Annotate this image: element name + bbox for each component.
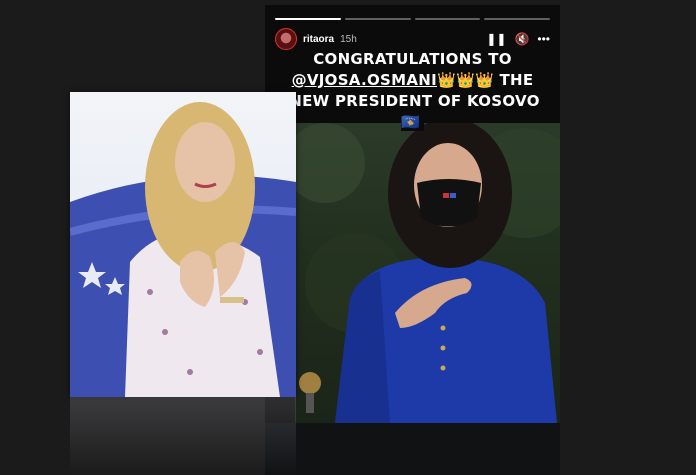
rita-ora-photo bbox=[70, 92, 296, 397]
kosovo-flag-emoji: 🇽🇰 bbox=[401, 113, 420, 131]
crown-emojis: 👑👑👑 bbox=[437, 71, 494, 89]
caption-line-1: CONGRATULATIONS TO bbox=[309, 50, 516, 68]
caption-line-3: NEW PRESIDENT OF KOSOVO bbox=[289, 92, 540, 110]
story-header: ritaora 15h ❚❚ 🔇 ••• bbox=[275, 27, 550, 51]
progress-segment bbox=[275, 18, 341, 20]
instagram-story: ritaora 15h ❚❚ 🔇 ••• CONGRATULATIONS TO … bbox=[265, 5, 560, 475]
story-caption: CONGRATULATIONS TO @VJOSA.OSMANI👑👑👑 THE … bbox=[275, 49, 550, 133]
mention-link[interactable]: @VJOSA.OSMANI bbox=[292, 71, 437, 89]
progress-segment bbox=[414, 18, 481, 20]
story-bottom-strip bbox=[265, 423, 560, 475]
username[interactable]: ritaora bbox=[303, 34, 334, 45]
avatar[interactable] bbox=[275, 28, 297, 50]
story-progress-bar bbox=[275, 18, 550, 20]
progress-segment bbox=[484, 18, 550, 20]
story-controls: ❚❚ 🔇 ••• bbox=[486, 32, 550, 46]
osmani-photo bbox=[295, 123, 560, 423]
rita-photo-reflection bbox=[70, 397, 296, 475]
caption-line-2-rest: THE bbox=[493, 71, 534, 89]
mute-icon[interactable]: 🔇 bbox=[514, 32, 529, 46]
pause-icon[interactable]: ❚❚ bbox=[486, 32, 506, 46]
post-time: 15h bbox=[340, 33, 357, 45]
progress-segment bbox=[344, 18, 411, 20]
more-icon[interactable]: ••• bbox=[537, 32, 550, 46]
